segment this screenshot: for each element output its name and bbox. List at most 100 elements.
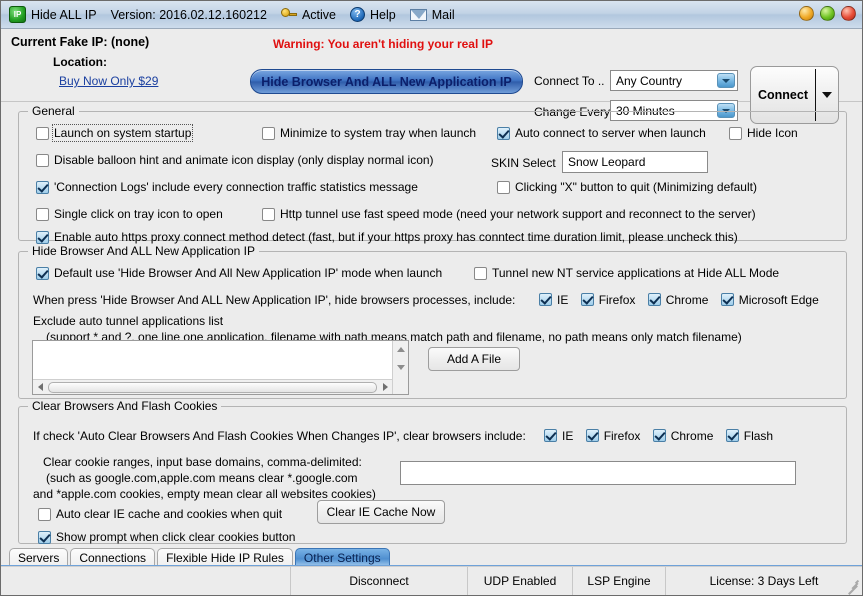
warning-message: Warning: You aren't hiding your real IP (273, 37, 493, 51)
app-title: Hide ALL IP (31, 7, 97, 22)
checkbox-browser-edge[interactable]: Microsoft Edge (720, 292, 819, 307)
cookie-ranges-input[interactable] (400, 461, 796, 485)
checkbox-clear-chrome[interactable]: Chrome (652, 428, 714, 443)
add-a-file-button[interactable]: Add A File (428, 347, 520, 371)
checkbox-label: Firefox (603, 428, 641, 443)
connect-to-label: Connect To .. (534, 74, 605, 88)
checkbox-connection-logs[interactable]: 'Connection Logs' include every connecti… (36, 180, 418, 194)
exclude-applications-list[interactable] (32, 340, 409, 395)
horizontal-scrollbar[interactable] (33, 379, 392, 394)
checkbox-box (652, 429, 666, 443)
help-button[interactable]: ? Help (350, 7, 396, 22)
hide-browsers-checkbox-row: IE Firefox Chrome Microsoft Edge (539, 292, 819, 307)
checkbox-label: Hide Icon (747, 126, 798, 140)
checkbox-label: Enable auto https proxy connect method d… (54, 230, 738, 244)
checkbox-label: Launch on system startup (51, 124, 194, 142)
checkbox-box (36, 180, 49, 194)
active-label: Active (301, 7, 336, 22)
version-label: Version: 2016.02.12.160212 (110, 7, 267, 22)
country-select[interactable]: Any Country (610, 70, 738, 91)
country-select-value: Any Country (616, 73, 683, 88)
checkbox-label: Clicking "X" button to quit (Minimizing … (515, 180, 757, 194)
auto-clear-info-text: If check 'Auto Clear Browsers And Flash … (33, 429, 526, 443)
checkbox-browser-firefox[interactable]: Firefox (580, 293, 635, 307)
checkbox-launch-on-startup[interactable]: Launch on system startup (36, 124, 194, 142)
cookie-ranges-line2: (such as google.com,apple.com means clea… (46, 471, 358, 485)
checkbox-label: Show prompt when click clear cookies but… (56, 530, 296, 544)
minimize-button[interactable] (799, 6, 814, 21)
resize-grip-icon[interactable] (845, 578, 860, 595)
checkbox-box (38, 530, 51, 544)
scroll-down-arrow-icon[interactable] (393, 359, 408, 375)
checkbox-auto-clear-ie-cache[interactable]: Auto clear IE cache and cookies when qui… (38, 507, 282, 521)
chevron-down-icon[interactable] (717, 73, 735, 88)
cookie-ranges-line3: and *apple.com cookies, empty mean clear… (33, 487, 376, 501)
status-lsp-engine: LSP Engine (573, 567, 666, 595)
skin-select-value: Snow Leopard (568, 155, 646, 169)
checkbox-label: Http tunnel use fast speed mode (need yo… (280, 207, 756, 221)
help-label: Help (370, 7, 396, 22)
checkbox-box (497, 126, 510, 140)
checkbox-auto-connect[interactable]: Auto connect to server when launch (497, 126, 706, 140)
scroll-left-arrow-icon[interactable] (33, 380, 47, 394)
checkbox-label: Auto clear IE cache and cookies when qui… (56, 507, 283, 521)
checkbox-clear-firefox[interactable]: Firefox (585, 428, 641, 443)
buy-now-link[interactable]: Buy Now Only $29 (59, 74, 158, 88)
cookie-ranges-line1: Clear cookie ranges, input base domains,… (43, 455, 362, 469)
general-group: General Launch on system startup Minimiz… (18, 104, 847, 244)
checkbox-box (539, 293, 552, 307)
checkbox-box (720, 293, 734, 307)
clear-browsers-checkbox-row: IE Firefox Chrome Flash (544, 428, 773, 443)
checkbox-box (544, 429, 557, 443)
checkbox-auto-https-detect[interactable]: Enable auto https proxy connect method d… (36, 230, 738, 244)
hide-all-ip-window: IP Hide ALL IP Version: 2016.02.12.16021… (0, 0, 863, 596)
checkbox-label: Chrome (670, 428, 714, 443)
clear-ie-cache-now-button[interactable]: Clear IE Cache Now (317, 500, 445, 524)
mail-label: Mail (431, 7, 455, 22)
checkbox-http-tunnel-fast[interactable]: Http tunnel use fast speed mode (need yo… (262, 207, 756, 221)
when-press-text: When press 'Hide Browser And ALL New App… (33, 293, 516, 307)
key-icon (280, 7, 297, 22)
checkbox-label: Auto connect to server when launch (515, 126, 706, 140)
checkbox-minimize-to-tray[interactable]: Minimize to system tray when launch (262, 126, 476, 140)
checkbox-box (262, 207, 275, 221)
checkbox-single-click-tray[interactable]: Single click on tray icon to open (36, 207, 223, 221)
checkbox-box (647, 293, 661, 307)
checkbox-label: IE (557, 292, 569, 307)
checkbox-clear-ie[interactable]: IE (544, 429, 573, 443)
checkbox-default-use-hide-mode[interactable]: Default use 'Hide Browser And All New Ap… (36, 266, 442, 280)
mail-button[interactable]: Mail (409, 7, 455, 22)
connect-dropdown-arrow-icon[interactable] (816, 92, 838, 98)
status-connection-state: Disconnect (291, 567, 468, 595)
checkbox-box (36, 266, 49, 280)
vertical-scrollbar[interactable] (392, 341, 408, 394)
checkbox-box (262, 126, 275, 140)
checkbox-box (725, 429, 739, 443)
checkbox-box (38, 507, 51, 521)
hide-browser-all-new-app-ip-button[interactable]: Hide Browser And ALL New Application IP (250, 69, 523, 94)
general-group-title: General (28, 104, 79, 118)
checkbox-browser-chrome[interactable]: Chrome (647, 293, 708, 307)
skin-select[interactable]: Snow Leopard (562, 151, 708, 173)
close-button[interactable] (841, 6, 856, 21)
hide-browser-group-title: Hide Browser And ALL New Application IP (28, 244, 260, 258)
checkbox-tunnel-nt-service[interactable]: Tunnel new NT service applications at Hi… (474, 266, 779, 280)
checkbox-clicking-x-to-quit[interactable]: Clicking "X" button to quit (Minimizing … (497, 180, 757, 194)
title-bar: IP Hide ALL IP Version: 2016.02.12.16021… (1, 1, 862, 29)
scroll-up-arrow-icon[interactable] (393, 341, 408, 357)
checkbox-hide-icon[interactable]: Hide Icon (729, 126, 798, 140)
scroll-right-arrow-icon[interactable] (378, 380, 392, 394)
checkbox-box (36, 126, 49, 140)
checkbox-browser-ie[interactable]: IE (539, 293, 568, 307)
checkbox-disable-balloon[interactable]: Disable balloon hint and animate icon di… (36, 153, 434, 167)
checkbox-label: Minimize to system tray when launch (280, 126, 477, 140)
checkbox-box (36, 230, 49, 244)
checkbox-label: Microsoft Edge (738, 292, 819, 307)
checkbox-clear-flash[interactable]: Flash (725, 429, 773, 443)
current-fake-ip-label: Current Fake IP: (none) (11, 35, 150, 49)
status-empty-cell (1, 567, 291, 595)
maximize-button[interactable] (820, 6, 835, 21)
scrollbar-thumb[interactable] (48, 381, 377, 393)
active-status-button[interactable]: Active (280, 7, 336, 22)
checkbox-show-prompt[interactable]: Show prompt when click clear cookies but… (38, 530, 295, 544)
